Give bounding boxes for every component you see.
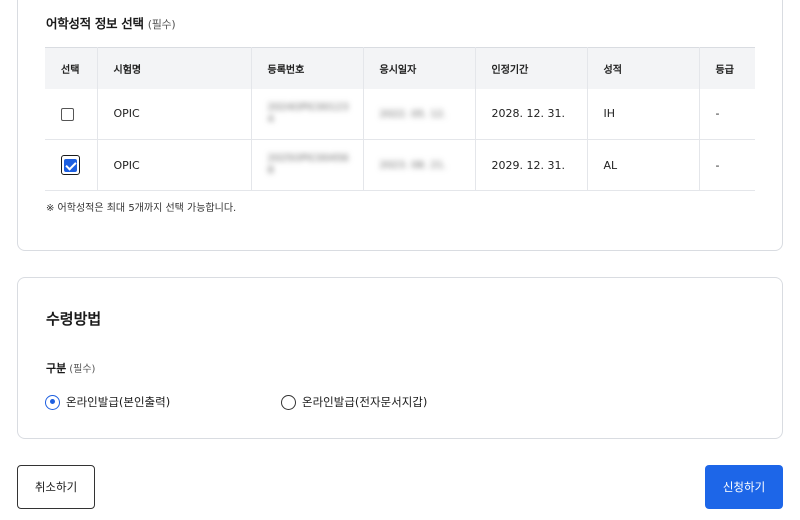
table-row: OPIC 2024OPIC00123 4 2022. 05. 12. 2028.…	[45, 88, 755, 140]
reg-no-redacted: 2024OPIC00123 4	[267, 101, 349, 125]
col-header-exam: 시험명	[97, 47, 252, 89]
reg-no-cell: 2025OPIC00456 8	[251, 139, 364, 191]
radio-label: 온라인발급(전자문서지갑)	[302, 395, 428, 409]
table-row: OPIC 2025OPIC00456 8 2023. 08. 21. 2029.…	[45, 139, 755, 191]
table-header-row: 선택 시험명 등록번호 응시일자 인정기간 성적 등급	[45, 47, 755, 89]
valid-until-cell: 2028. 12. 31.	[475, 88, 588, 140]
select-cell	[45, 139, 98, 191]
exam-cell: OPIC	[97, 88, 252, 140]
select-cell	[45, 88, 98, 140]
radio-unselected-icon[interactable]	[281, 394, 296, 410]
section-title: 어학성적 정보 선택 (필수)	[46, 13, 176, 32]
section-title-text: 어학성적 정보 선택	[46, 16, 144, 31]
col-header-valid-until: 인정기간	[475, 47, 588, 89]
test-date-redacted: 2022. 05. 12.	[379, 108, 447, 120]
receipt-method-card: 수령방법 구분 (필수) 온라인발급(본인출력) 온라인발급(전자문서지갑)	[17, 277, 783, 439]
score-cell: AL	[587, 139, 700, 191]
method-sub-label: 구분 (필수)	[46, 360, 95, 376]
sub-label-text: 구분	[46, 362, 67, 375]
row-checkbox-focus[interactable]	[61, 155, 80, 175]
radio-selected-icon[interactable]	[45, 394, 60, 410]
reg-no-redacted: 2025OPIC00456 8	[267, 153, 349, 176]
col-header-grade: 등급	[715, 64, 734, 76]
col-header-reg-no: 등록번호	[251, 47, 364, 89]
col-header-score: 성적	[587, 47, 700, 89]
row-checkbox[interactable]	[64, 158, 77, 172]
test-date-cell: 2022. 05. 12.	[363, 88, 476, 140]
cancel-button[interactable]: 취소하기	[17, 465, 95, 509]
radio-online-self-print[interactable]: 온라인발급(본인출력)	[45, 394, 170, 410]
reg-no-cell: 2024OPIC00123 4	[251, 88, 364, 140]
radio-label: 온라인발급(본인출력)	[66, 395, 171, 409]
col-header-select: 선택	[45, 47, 98, 89]
language-score-card: 어학성적 정보 선택 (필수) 선택 시험명 등록번호 응시일자 인정기간 성적 …	[17, 0, 783, 251]
required-mark: (필수)	[69, 364, 96, 375]
score-cell: IH	[587, 88, 700, 140]
valid-until-cell: 2029. 12. 31.	[475, 139, 588, 191]
score-table: 선택 시험명 등록번호 응시일자 인정기간 성적 등급 OPIC 2024OPI…	[45, 47, 755, 191]
test-date-cell: 2023. 08. 21.	[363, 139, 476, 191]
apply-button[interactable]: 신청하기	[705, 465, 783, 509]
selection-limit-note: ※ 어학성적은 최대 5개까지 선택 가능합니다.	[46, 203, 237, 214]
row-checkbox[interactable]	[61, 107, 74, 121]
method-title: 수령방법	[46, 310, 102, 328]
grade-cell: -	[715, 158, 720, 172]
test-date-redacted: 2023. 08. 21.	[379, 160, 447, 171]
radio-online-e-wallet[interactable]: 온라인발급(전자문서지갑)	[281, 394, 427, 410]
exam-cell: OPIC	[97, 139, 252, 191]
grade-cell: -	[715, 107, 720, 121]
col-header-test-date: 응시일자	[363, 47, 476, 89]
required-mark: (필수)	[147, 18, 176, 31]
